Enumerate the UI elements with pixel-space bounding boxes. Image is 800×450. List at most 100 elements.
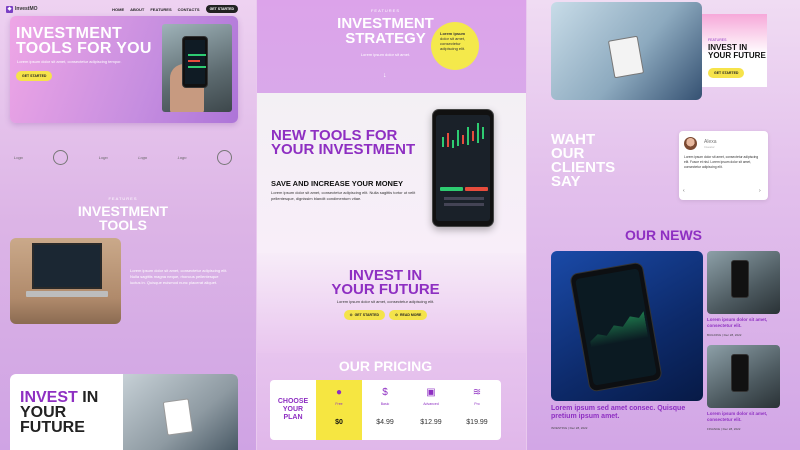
plan-price: $0 (335, 419, 343, 426)
dollar-icon: $ (382, 387, 388, 398)
hero-title: INVESTMENT TOOLS FOR YOU (16, 25, 152, 57)
strategy-badge: Lorem ipsum dolor sit amet, consectetur … (431, 22, 479, 70)
play-icon: ⊙ (349, 313, 353, 317)
get-started-button[interactable]: ⊙ GET STARTED (343, 310, 386, 320)
brand-logos: Logo Logo Logo Logo (14, 150, 232, 165)
card-kicker: FEATURES (708, 38, 727, 42)
chevron-left-icon[interactable]: ‹ (683, 188, 685, 194)
plan-pro[interactable]: ≋ Pro $19.99 (454, 380, 500, 440)
news-main-caption[interactable]: Lorem ipsum sed amet consec. Quisque pre… (551, 405, 703, 421)
laptop-image (10, 238, 121, 324)
news-item-meta: BUILDING | Dec 28, 2022 (707, 333, 742, 337)
nav-link-contacts[interactable]: CONTACTS (178, 7, 200, 12)
info-icon: ⊙ (395, 313, 398, 317)
brand-logo: Logo (177, 155, 187, 160)
features-kicker: FEATURES (108, 196, 138, 201)
brand-logo-circle (216, 150, 232, 165)
nav-link-home[interactable]: HOME (112, 7, 124, 12)
news-item-meta: FINANCE | Dec 28, 2022 (707, 427, 741, 431)
tools-text: Lorem ipsum dolor sit amet, consectetur … (271, 190, 416, 201)
laptop-base (26, 291, 108, 297)
features-title: INVESTMENT TOOLS (77, 203, 169, 233)
invest-future-card: FEATURES INVEST IN YOUR FUTURE GET START… (702, 14, 767, 87)
laptop-screen (32, 243, 102, 289)
card-title: INVEST IN YOUR FUTURE (708, 43, 766, 60)
coins-icon: ≋ (472, 387, 482, 398)
pricing-table: CHOOSE YOUR PLAN ● Free $0 $ Basic $4.99… (270, 380, 501, 440)
news-item-caption[interactable]: Lorem ipsum dolor sit amet, consectetur … (707, 411, 780, 422)
clients-title: WAHT OUR CLIENTS SAY (551, 131, 616, 190)
phone-icon (569, 261, 663, 393)
future-subtitle: Lorem ipsum dolor sit amet, consectetur … (336, 299, 435, 304)
testimonial-role: Investor (704, 145, 715, 149)
card-get-started-button[interactable]: GET STARTED (708, 68, 745, 78)
read-more-button[interactable]: ⊙ READ MORE (389, 310, 428, 320)
apple-icon: ● (335, 387, 343, 398)
logo-text: InvestMO (15, 6, 38, 12)
hero-subtitle: Lorem ipsum dolor sit amet, consectetur … (17, 59, 122, 64)
avatar (684, 137, 697, 150)
plan-free[interactable]: ● Free $0 (316, 380, 362, 440)
plan-name: Basic (380, 402, 390, 406)
hero-card: INVESTMENT TOOLS FOR YOU Lorem ipsum dol… (10, 16, 238, 123)
brand-logo: Logo (98, 155, 108, 160)
tools-section: NEW TOOLS FOR YOUR INVESTMENT SAVE AND I… (257, 93, 526, 253)
future-title: INVEST IN YOUR FUTURE (331, 267, 440, 298)
nav-get-started-button[interactable]: GET STARTED (205, 5, 238, 13)
top-nav: ◆ InvestMO HOME ABOUT FEATURES CONTACTS … (6, 3, 238, 15)
invest-card-title: INVEST IN YOUR FUTURE (20, 389, 99, 436)
features-text: Lorem ipsum dolor sit amet, consectetur … (130, 268, 228, 285)
logo[interactable]: ◆ InvestMO (6, 5, 38, 13)
plan-price: $4.99 (376, 419, 394, 426)
plan-name: Pro (474, 402, 480, 406)
landing-section-left: ◆ InvestMO HOME ABOUT FEATURES CONTACTS … (0, 0, 256, 450)
pricing-section: OUR PRICING CHOOSE YOUR PLAN ● Free $0 $… (257, 353, 526, 450)
news-title: OUR NEWS (625, 227, 702, 243)
brand-logo-circle (53, 150, 69, 165)
future-buttons: ⊙ GET STARTED ⊙ READ MORE (257, 310, 514, 320)
trading-phone-image (432, 109, 494, 227)
nav-link-features[interactable]: FEATURES (150, 7, 171, 12)
future-section: INVEST IN YOUR FUTURE Lorem ipsum dolor … (257, 253, 526, 353)
tools-subtitle: SAVE AND INCREASE YOUR MONEY (271, 179, 403, 188)
phone-icon (731, 260, 749, 298)
plan-name: Advanced (423, 402, 439, 406)
chart-area (586, 308, 648, 348)
invest-card: INVEST IN YOUR FUTURE (10, 374, 238, 450)
pricing-title: OUR PRICING (338, 358, 433, 374)
news-main-image[interactable] (551, 251, 703, 401)
tablet-icon (607, 35, 645, 79)
brand-logo: Logo (14, 155, 23, 160)
logo-icon: ◆ (6, 5, 13, 13)
shapes-icon: ▣ (426, 387, 436, 398)
hero-get-started-button[interactable]: GET STARTED (16, 71, 53, 81)
news-item-image[interactable] (707, 251, 780, 314)
plan-advanced[interactable]: ▣ Advanced $12.99 (408, 380, 454, 440)
arrow-down-icon[interactable]: ↓ (383, 72, 387, 79)
news-item-image[interactable] (707, 345, 780, 408)
phone-icon (731, 354, 749, 392)
news-item-caption[interactable]: Lorem ipsum dolor sit amet, consectetur … (707, 317, 780, 328)
news-main-meta: INVESTING | Dec 28, 2022 (551, 426, 588, 430)
plan-name: Free (335, 402, 343, 406)
strategy-section: FEATURES INVESTMENT STRATEGY Lorem ipsum… (257, 0, 526, 93)
tablet-image (123, 374, 238, 450)
brand-logo: Logo (138, 155, 148, 160)
tools-title: NEW TOOLS FOR YOUR INVESTMENT (271, 127, 416, 158)
strategy-kicker: FEATURES (370, 8, 401, 13)
landing-section-middle: FEATURES INVESTMENT STRATEGY Lorem ipsum… (257, 0, 526, 450)
nav-link-about[interactable]: ABOUT (130, 7, 144, 12)
tablet-icon (162, 398, 194, 436)
testimonial-text: Lorem ipsum dolor sit amet, consectetur … (684, 155, 759, 169)
plan-price: $12.99 (420, 419, 442, 426)
tablet-person-image (551, 2, 702, 100)
plan-basic[interactable]: $ Basic $4.99 (362, 380, 408, 440)
testimonial-card: Alexa Investor Lorem ipsum dolor sit ame… (679, 131, 768, 200)
phone-icon (182, 36, 208, 88)
choose-plan-label: CHOOSE YOUR PLAN (277, 398, 309, 421)
chevron-right-icon[interactable]: › (759, 188, 761, 194)
nav-links: HOME ABOUT FEATURES CONTACTS GET STARTED (112, 5, 238, 13)
landing-section-right: FEATURES INVEST IN YOUR FUTURE GET START… (527, 0, 800, 450)
plan-price: $19.99 (466, 419, 488, 426)
hero-phone-image (162, 24, 232, 112)
